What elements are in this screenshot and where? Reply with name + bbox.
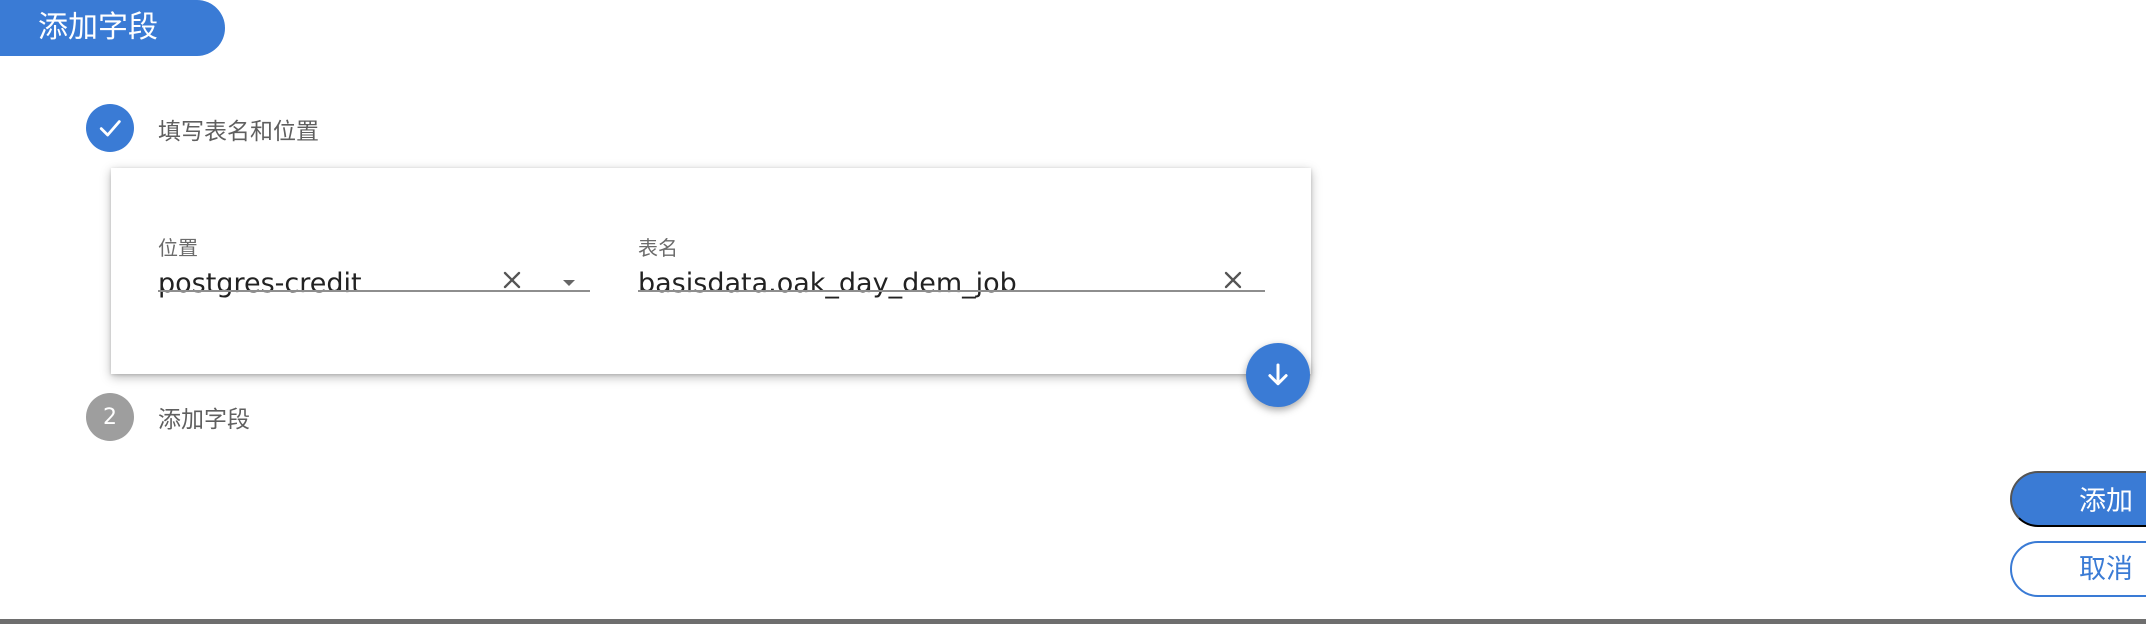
page-title: 添加字段 [0, 0, 225, 56]
table-name-value[interactable]: basisdata.oak_day_dem_job [638, 268, 1017, 299]
add-button[interactable]: 添加 [2010, 471, 2146, 527]
location-select[interactable]: 位置 postgres-credit [158, 232, 590, 299]
window-bottom-border [0, 619, 2146, 624]
dropdown-arrow-icon[interactable] [559, 276, 579, 290]
table-name-underline [638, 290, 1265, 292]
next-step-fab[interactable] [1246, 343, 1310, 407]
cancel-button[interactable]: 取消 [2010, 541, 2146, 597]
step-2-label[interactable]: 添加字段 [158, 400, 250, 434]
location-value[interactable]: postgres-credit [158, 268, 362, 299]
table-name-label: 表名 [638, 236, 678, 260]
table-name-input[interactable]: 表名 basisdata.oak_day_dem_job [638, 232, 1265, 299]
step-1-form-card: 位置 postgres-credit 表名 basisdata.oak_day_… [111, 168, 1311, 374]
check-icon [99, 120, 121, 137]
location-underline [158, 290, 590, 292]
step-2-indicator: 2 [86, 393, 134, 441]
step-1-label[interactable]: 填写表名和位置 [158, 112, 319, 146]
location-label: 位置 [158, 236, 198, 260]
arrow-down-icon [1268, 363, 1288, 386]
step-1-completed-indicator [86, 104, 134, 152]
